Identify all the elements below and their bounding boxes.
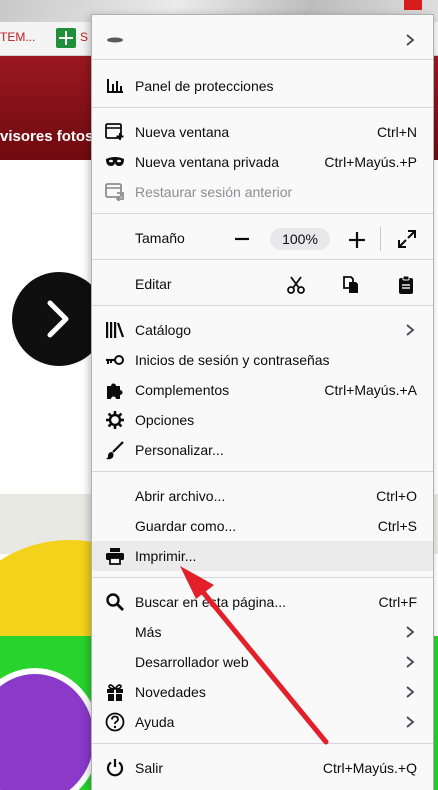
search-icon <box>105 592 125 612</box>
whats-new-item[interactable]: Novedades <box>92 677 433 707</box>
more-item[interactable]: Más <box>92 617 433 647</box>
private-window-shortcut: Ctrl+Mayús.+P <box>324 154 417 170</box>
print-item[interactable]: Imprimir... <box>92 541 433 571</box>
web-developer-label: Desarrollador web <box>135 654 249 670</box>
cut-button[interactable] <box>285 274 307 296</box>
menu-separator <box>92 471 433 472</box>
find-shortcut: Ctrl+F <box>378 594 418 610</box>
save-as-shortcut: Ctrl+S <box>377 518 417 534</box>
help-label: Ayuda <box>135 714 175 730</box>
copy-button[interactable] <box>340 274 362 296</box>
account-icon <box>105 30 125 50</box>
puzzle-icon <box>105 380 125 400</box>
edit-row: Editar <box>92 269 433 299</box>
key-icon <box>105 350 125 370</box>
whats-new-label: Novedades <box>135 684 206 700</box>
open-file-shortcut: Ctrl+O <box>376 488 417 504</box>
customize-label: Personalizar... <box>135 442 224 458</box>
chevron-right-icon <box>405 685 415 704</box>
restore-session-item: Restaurar sesión anterior <box>92 177 433 207</box>
app-menu-panel: Panel de protecciones Nueva ventana Ctrl… <box>91 14 434 790</box>
restore-session-label: Restaurar sesión anterior <box>135 184 293 200</box>
plus-icon <box>349 232 365 248</box>
protections-label: Panel de protecciones <box>135 78 274 94</box>
zoom-row: Tamaño <box>92 223 433 253</box>
clipboard-icon <box>399 275 413 294</box>
new-window-label: Nueva ventana <box>135 124 230 140</box>
banner-heading: visores fotos <box>0 128 94 145</box>
zoom-label: Tamaño <box>135 230 185 246</box>
zoom-in-button[interactable] <box>346 229 368 251</box>
find-in-page-item[interactable]: Buscar en esta página... Ctrl+F <box>92 587 433 617</box>
power-icon <box>105 758 125 778</box>
addons-label: Complementos <box>135 382 230 398</box>
mask-icon <box>105 152 125 172</box>
protections-dashboard-item[interactable]: Panel de protecciones <box>92 71 433 101</box>
restore-icon <box>105 182 125 202</box>
sheets-bookmark-icon[interactable] <box>56 28 76 48</box>
help-item[interactable]: Ayuda <box>92 707 433 737</box>
menu-separator <box>92 743 433 744</box>
brush-icon <box>105 440 125 460</box>
addons-shortcut: Ctrl+Mayús.+A <box>324 382 417 398</box>
private-window-item[interactable]: Nueva ventana privada Ctrl+Mayús.+P <box>92 147 433 177</box>
library-item[interactable]: Catálogo <box>92 315 433 345</box>
save-as-label: Guardar como... <box>135 518 237 534</box>
menu-separator <box>92 213 433 214</box>
private-window-label: Nueva ventana privada <box>135 154 279 170</box>
chevron-right-icon <box>405 655 415 674</box>
web-developer-item[interactable]: Desarrollador web <box>92 647 433 677</box>
chevron-right-icon <box>405 323 415 342</box>
zoom-reset-button[interactable]: 100% <box>270 228 330 250</box>
menu-separator <box>92 577 433 578</box>
chevron-right-icon <box>405 625 415 644</box>
gear-icon <box>105 410 125 430</box>
quit-shortcut: Ctrl+Mayús.+Q <box>322 760 417 776</box>
library-label: Catálogo <box>135 322 192 338</box>
paste-button[interactable] <box>395 274 417 296</box>
library-icon <box>105 320 125 340</box>
new-window-item[interactable]: Nueva ventana Ctrl+N <box>92 117 433 147</box>
help-icon <box>105 712 125 732</box>
account-row[interactable] <box>92 25 433 55</box>
menu-separator <box>92 59 433 60</box>
open-file-label: Abrir archivo... <box>135 488 226 504</box>
logins-passwords-item[interactable]: Inicios de sesión y contraseñas <box>92 345 433 375</box>
new-window-shortcut: Ctrl+N <box>376 124 417 140</box>
toolbar-red-button <box>404 0 422 10</box>
new-window-icon <box>105 122 125 142</box>
fullscreen-button[interactable] <box>396 228 418 250</box>
zoom-out-button[interactable] <box>232 229 252 249</box>
menu-separator <box>92 305 433 306</box>
more-label: Más <box>135 624 162 640</box>
save-as-item[interactable]: Guardar como... Ctrl+S <box>92 511 433 541</box>
bookmark-item[interactable]: S <box>80 30 88 44</box>
options-item[interactable]: Opciones <box>92 405 433 435</box>
chevron-right-icon <box>47 300 69 338</box>
gift-icon <box>105 682 125 702</box>
menu-separator <box>92 259 433 260</box>
printer-icon <box>105 546 125 566</box>
chart-icon <box>105 76 125 96</box>
find-label: Buscar en esta página... <box>135 594 286 610</box>
edit-label: Editar <box>135 276 172 292</box>
addons-item[interactable]: Complementos Ctrl+Mayús.+A <box>92 375 433 405</box>
chevron-right-icon <box>405 33 415 52</box>
minus-icon <box>235 237 249 241</box>
quit-label: Salir <box>135 760 164 776</box>
open-file-item[interactable]: Abrir archivo... Ctrl+O <box>92 481 433 511</box>
options-label: Opciones <box>135 412 195 428</box>
logins-label: Inicios de sesión y contraseñas <box>135 352 330 368</box>
fullscreen-icon <box>398 230 416 248</box>
chevron-right-icon <box>405 715 415 734</box>
zoom-divider <box>380 227 381 251</box>
print-label: Imprimir... <box>135 548 197 564</box>
copy-icon <box>343 276 358 293</box>
quit-item[interactable]: Salir Ctrl+Mayús.+Q <box>92 753 433 783</box>
bookmark-item[interactable]: TEM... <box>0 30 35 44</box>
scissors-icon <box>287 276 305 294</box>
menu-separator <box>92 107 433 108</box>
customize-item[interactable]: Personalizar... <box>92 435 433 465</box>
